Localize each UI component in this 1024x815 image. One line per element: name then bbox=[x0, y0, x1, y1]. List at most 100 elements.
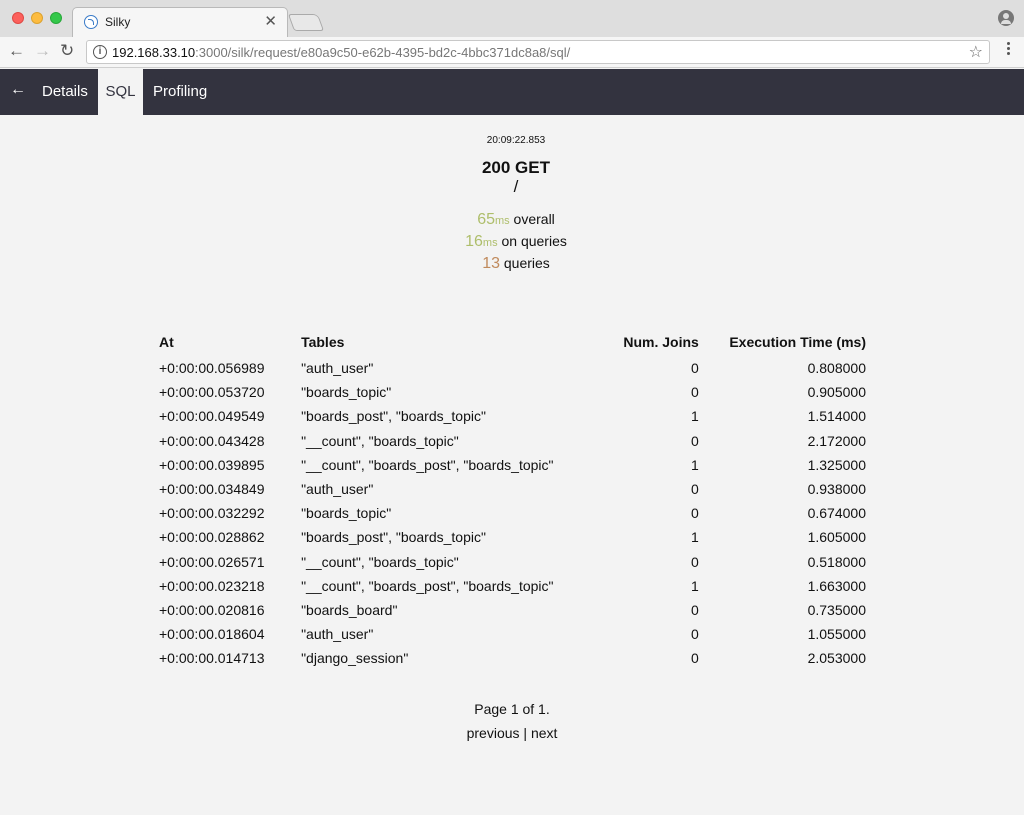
browser-tab[interactable]: Silky ✕ bbox=[72, 7, 288, 38]
query-at: +0:00:00.056989 bbox=[159, 360, 265, 377]
overall-time-label: overall bbox=[509, 211, 555, 227]
query-tables: "boards_post", "boards_topic" bbox=[301, 529, 486, 546]
query-execution-time: 1.514000 bbox=[807, 408, 866, 425]
query-num-joins: 1 bbox=[691, 408, 699, 425]
query-at: +0:00:00.034849 bbox=[159, 481, 265, 498]
query-tables: "__count", "boards_topic" bbox=[301, 432, 459, 449]
query-num-joins: 0 bbox=[691, 505, 699, 522]
query-tables: "auth_user" bbox=[301, 360, 374, 377]
overall-time-value: 65ms bbox=[477, 211, 510, 228]
query-num-joins: 1 bbox=[691, 577, 699, 594]
profile-icon[interactable] bbox=[998, 10, 1014, 26]
query-count-value: 13 bbox=[482, 255, 500, 272]
query-at: +0:00:00.049549 bbox=[159, 408, 265, 425]
query-execution-time: 2.053000 bbox=[807, 650, 866, 667]
previous-link[interactable]: previous bbox=[467, 725, 520, 741]
reload-icon[interactable]: ↻ bbox=[60, 41, 74, 61]
query-num-joins: 0 bbox=[691, 481, 699, 498]
new-tab-button[interactable] bbox=[287, 14, 325, 31]
tab-sql[interactable]: SQL bbox=[98, 69, 143, 115]
query-at: +0:00:00.039895 bbox=[159, 456, 265, 473]
query-execution-time: 1.663000 bbox=[807, 577, 866, 594]
tab-close-icon[interactable]: ✕ bbox=[264, 12, 277, 30]
query-execution-time: 1.605000 bbox=[807, 529, 866, 546]
header-num-joins[interactable]: Num. Joins bbox=[588, 328, 708, 356]
table-row[interactable]: +0:00:00.020816 "boards_board" 0 0.735000 bbox=[150, 598, 875, 622]
query-tables: "auth_user" bbox=[301, 481, 374, 498]
header-at[interactable]: At bbox=[150, 328, 292, 356]
query-execution-time: 0.518000 bbox=[807, 553, 866, 570]
query-num-joins: 0 bbox=[691, 650, 699, 667]
queries-time-value: 16ms bbox=[465, 233, 498, 250]
table-row[interactable]: +0:00:00.014713 "django_session" 0 2.053000 bbox=[150, 646, 875, 670]
query-tables: "django_session" bbox=[301, 650, 409, 667]
table-row[interactable]: +0:00:00.026571 "__count", "boards_topic"… bbox=[150, 550, 875, 574]
header-tables[interactable]: Tables bbox=[292, 328, 588, 356]
table-row[interactable]: +0:00:00.043428 "__count", "boards_topic"… bbox=[150, 429, 875, 453]
url-text[interactable]: 192.168.33.10:3000/silk/request/e80a9c50… bbox=[112, 45, 570, 60]
request-path: / bbox=[513, 177, 519, 196]
table-row[interactable]: +0:00:00.053720 "boards_topic" 0 0.905000 bbox=[150, 380, 875, 404]
pagination: Page 1 of 1. previous | next bbox=[0, 697, 1024, 745]
query-tables: "__count", "boards_post", "boards_topic" bbox=[301, 456, 554, 473]
queries-time-label: on queries bbox=[497, 233, 567, 249]
table-row[interactable]: +0:00:00.034849 "auth_user" 0 0.938000 bbox=[150, 477, 875, 501]
query-num-joins: 0 bbox=[691, 432, 699, 449]
table-row[interactable]: +0:00:00.056989 "auth_user" 0 0.808000 bbox=[150, 356, 875, 380]
query-execution-time: 1.055000 bbox=[807, 626, 866, 643]
page-indicator: Page 1 of 1. bbox=[474, 701, 550, 717]
browser-menu-icon[interactable] bbox=[1007, 42, 1011, 60]
tab-details[interactable]: Details bbox=[42, 69, 88, 115]
query-count-label: queries bbox=[499, 255, 550, 271]
info-icon[interactable]: i bbox=[93, 45, 107, 59]
bookmark-star-icon[interactable]: ☆ bbox=[969, 42, 983, 62]
header-execution-time[interactable]: Execution Time (ms) bbox=[708, 328, 875, 356]
query-at: +0:00:00.026571 bbox=[159, 553, 265, 570]
request-status: 200 GET bbox=[481, 158, 551, 177]
query-tables: "boards_board" bbox=[301, 601, 398, 618]
pager-separator: | bbox=[523, 725, 528, 741]
browser-back-icon[interactable]: ← bbox=[8, 41, 25, 61]
query-tables: "boards_post", "boards_topic" bbox=[301, 408, 486, 425]
query-execution-time: 0.735000 bbox=[807, 601, 866, 618]
table-row[interactable]: +0:00:00.049549 "boards_post", "boards_to… bbox=[150, 404, 875, 428]
next-link[interactable]: next bbox=[531, 725, 557, 741]
query-at: +0:00:00.043428 bbox=[159, 432, 265, 449]
query-execution-time: 1.325000 bbox=[807, 456, 866, 473]
query-num-joins: 0 bbox=[691, 553, 699, 570]
table-row[interactable]: +0:00:00.023218 "__count", "boards_post",… bbox=[150, 574, 875, 598]
query-at: +0:00:00.053720 bbox=[159, 384, 265, 401]
query-execution-time: 0.674000 bbox=[807, 505, 866, 522]
query-num-joins: 0 bbox=[691, 626, 699, 643]
query-at: +0:00:00.018604 bbox=[159, 626, 265, 643]
browser-toolbar: ← → ↻ i 192.168.33.10:3000/silk/request/… bbox=[0, 37, 1024, 68]
minimize-window-button[interactable] bbox=[31, 12, 43, 24]
address-bar[interactable]: i 192.168.33.10:3000/silk/request/e80a9c… bbox=[86, 40, 990, 64]
query-tables: "auth_user" bbox=[301, 626, 374, 643]
query-execution-time: 2.172000 bbox=[807, 432, 866, 449]
table-row[interactable]: +0:00:00.032292 "boards_topic" 0 0.674000 bbox=[150, 501, 875, 525]
query-at: +0:00:00.028862 bbox=[159, 529, 265, 546]
table-row[interactable]: +0:00:00.028862 "boards_post", "boards_to… bbox=[150, 525, 875, 549]
table-row[interactable]: +0:00:00.039895 "__count", "boards_post",… bbox=[150, 453, 875, 477]
url-path: :3000/silk/request/e80a9c50-e62b-4395-bd… bbox=[195, 45, 571, 60]
url-host: 192.168.33.10 bbox=[112, 45, 196, 60]
query-at: +0:00:00.023218 bbox=[159, 577, 265, 594]
query-tables: "boards_topic" bbox=[301, 505, 392, 522]
query-execution-time: 0.808000 bbox=[807, 360, 866, 377]
back-arrow-icon[interactable]: ← bbox=[10, 81, 26, 99]
query-num-joins: 0 bbox=[691, 601, 699, 618]
close-window-button[interactable] bbox=[12, 12, 24, 24]
query-at: +0:00:00.020816 bbox=[159, 601, 265, 618]
browser-forward-icon[interactable]: → bbox=[34, 41, 51, 61]
table-row[interactable]: +0:00:00.018604 "auth_user" 0 1.055000 bbox=[150, 622, 875, 646]
sql-queries-table: At Tables Num. Joins Execution Time (ms)… bbox=[150, 328, 875, 670]
request-timestamp: 20:09:22.853 bbox=[486, 135, 546, 146]
browser-titlebar: Silky ✕ bbox=[0, 0, 1024, 38]
query-at: +0:00:00.014713 bbox=[159, 650, 265, 667]
query-tables: "__count", "boards_topic" bbox=[301, 553, 459, 570]
query-execution-time: 0.905000 bbox=[807, 384, 866, 401]
tab-profiling[interactable]: Profiling bbox=[153, 69, 207, 115]
maximize-window-button[interactable] bbox=[50, 12, 62, 24]
query-execution-time: 0.938000 bbox=[807, 481, 866, 498]
